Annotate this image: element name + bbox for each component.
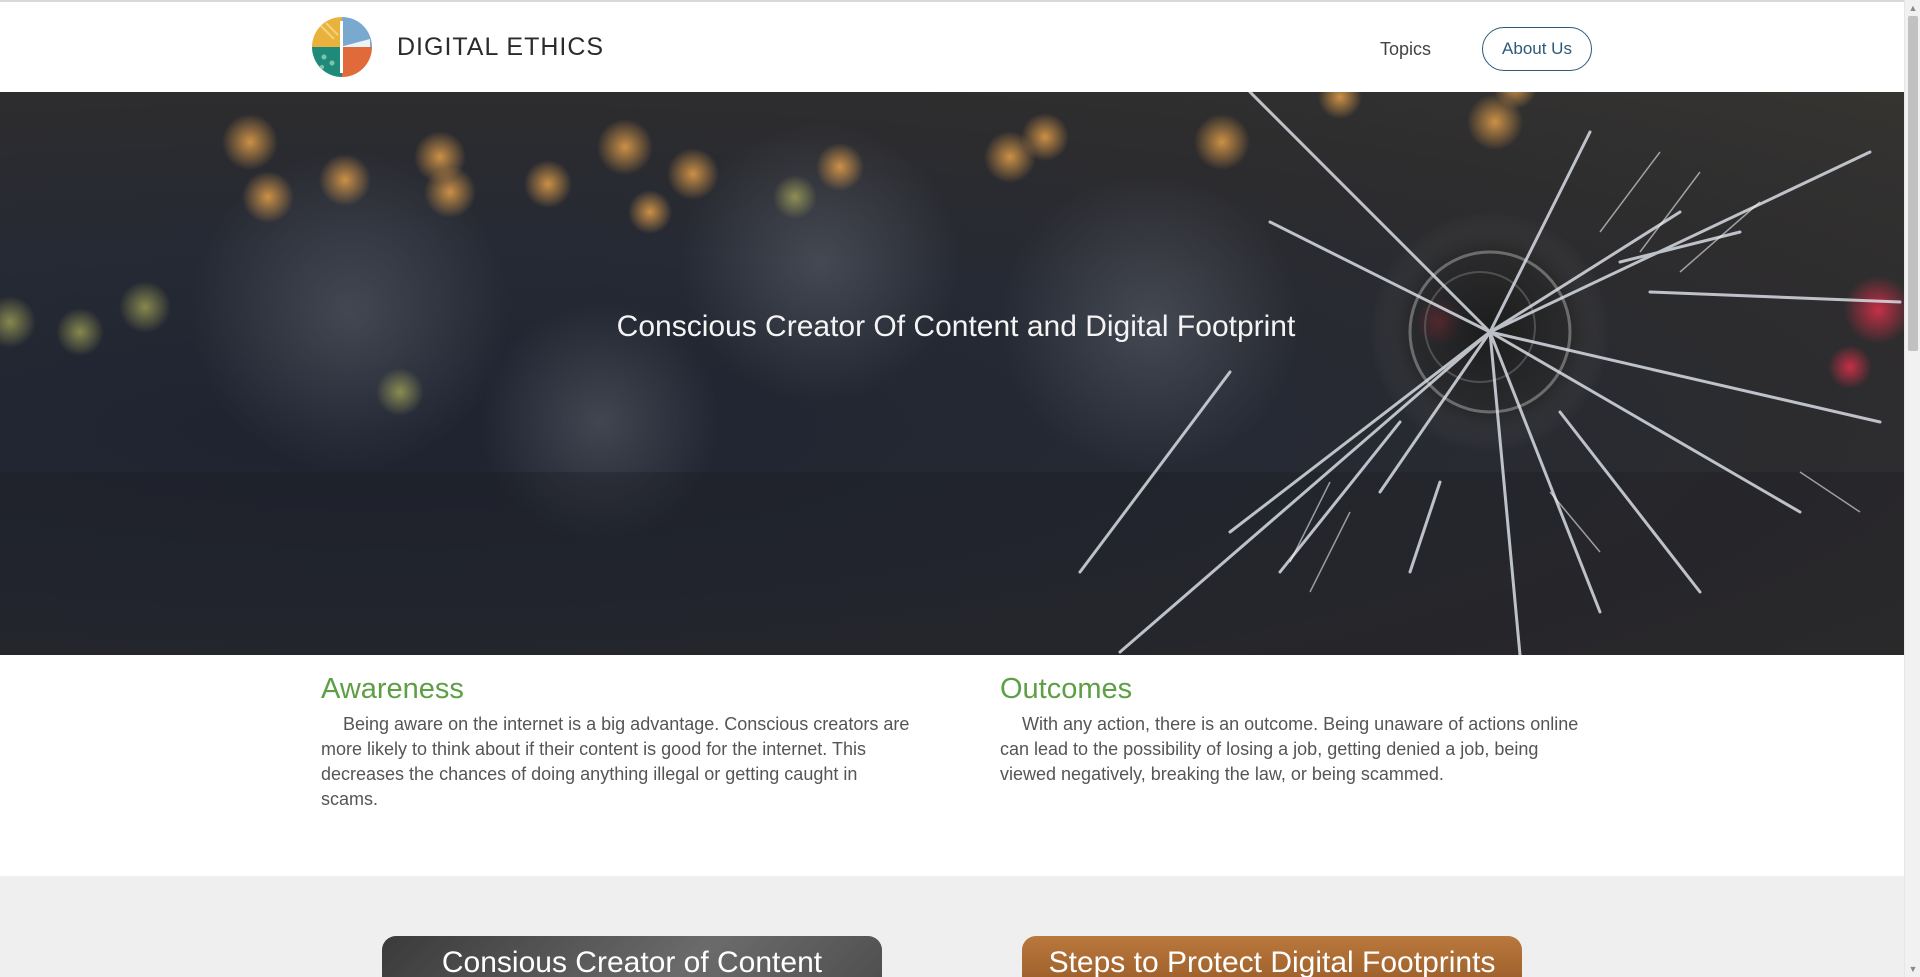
scrollbar-thumb[interactable] (1908, 16, 1918, 351)
card-title: Steps to Protect Digital Footprints (1048, 946, 1496, 977)
outcomes-heading: Outcomes (1000, 673, 1133, 705)
awareness-section: Awareness Being aware on the internet is… (321, 673, 911, 812)
hero-title: Conscious Creator Of Content and Digital… (616, 310, 1296, 343)
hero-background-image (0, 92, 1904, 655)
about-us-button[interactable]: About Us (1482, 27, 1592, 71)
vertical-scrollbar[interactable]: ▲ ▼ (1904, 0, 1920, 977)
outcomes-text: With any action, there is an outcome. Be… (1000, 714, 1579, 784)
topics-cards-section: Consious Creator of Content Steps to Pro… (0, 876, 1904, 977)
awareness-heading: Awareness (321, 673, 464, 705)
outcomes-section: Outcomes With any action, there is an ou… (1000, 673, 1580, 787)
scroll-up-arrow-icon[interactable]: ▲ (1905, 0, 1920, 16)
brand-title[interactable]: DIGITAL ETHICS (397, 33, 604, 62)
nav-topics-link[interactable]: Topics (1380, 39, 1431, 60)
card-conscious-creator[interactable]: Consious Creator of Content (382, 936, 882, 977)
logo-icon[interactable] (312, 17, 372, 77)
card-title: Consious Creator of Content (441, 946, 823, 977)
card-protect-footprints[interactable]: Steps to Protect Digital Footprints (1022, 936, 1522, 977)
scroll-down-arrow-icon[interactable]: ▼ (1905, 961, 1920, 977)
awareness-text: Being aware on the internet is a big adv… (321, 714, 910, 809)
hero-banner: Conscious Creator Of Content and Digital… (0, 92, 1904, 655)
site-header: DIGITAL ETHICS Topics About Us (0, 2, 1904, 92)
